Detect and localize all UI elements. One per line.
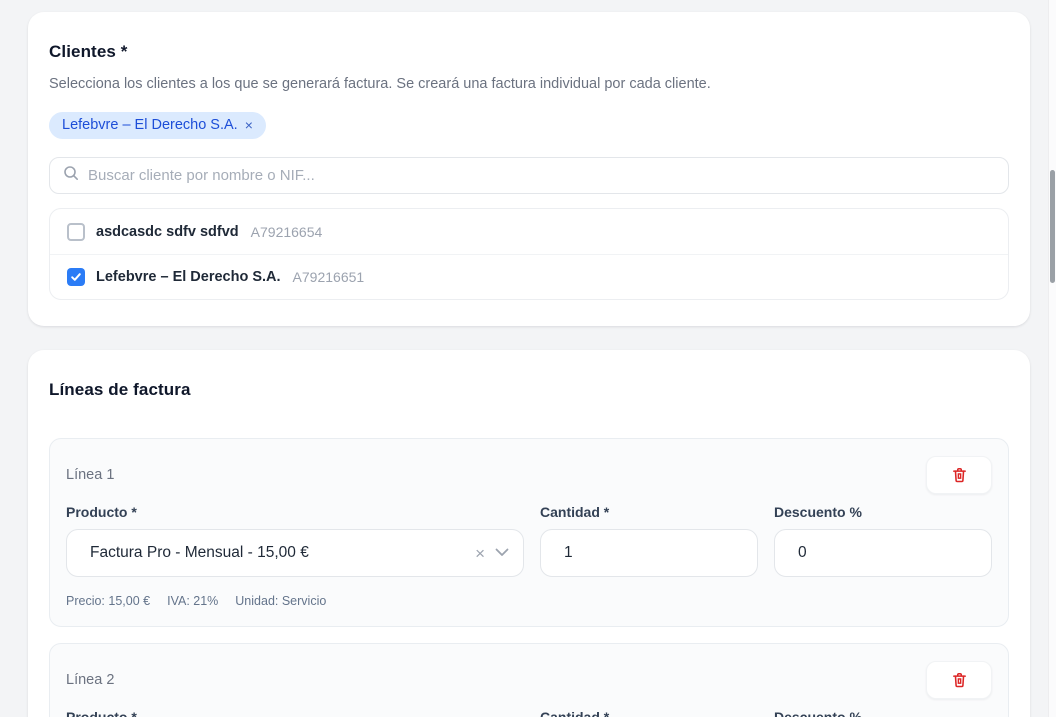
discount-label: Descuento %	[774, 504, 992, 520]
line-1-fields: Producto * Factura Pro - Mensual - 15,00…	[66, 504, 992, 577]
delete-line-2-button[interactable]	[926, 661, 992, 699]
checkbox-checked[interactable]	[67, 268, 85, 286]
client-row-1[interactable]: asdcasdc sdfv sdfvd A79216654	[50, 209, 1008, 254]
product-field-group: Producto * Factura Pro - Mensual - 15,00…	[66, 504, 524, 577]
trash-icon	[951, 466, 968, 484]
meta-price: Precio: 15,00 €	[66, 594, 150, 608]
delete-line-1-button[interactable]	[926, 456, 992, 494]
discount-input-wrap	[774, 529, 992, 577]
client-name: Lefebvre – El Derecho S.A.	[96, 269, 281, 285]
line-2-fields: Producto * Cantidad * Descuento %	[66, 709, 992, 717]
discount-input[interactable]	[798, 544, 977, 562]
invoice-line-2: Línea 2 Producto * Cantidad *	[49, 643, 1009, 717]
invoice-lines-card: Líneas de factura Línea 1 Producto *	[28, 350, 1030, 717]
clients-title: Clientes *	[49, 42, 1009, 62]
invoice-lines-title: Líneas de factura	[49, 380, 1009, 400]
product-select-value: Factura Pro - Mensual - 15,00 €	[90, 544, 309, 562]
line-2-label: Línea 2	[66, 672, 114, 688]
discount-field-group: Descuento %	[774, 504, 992, 577]
invoice-line-1: Línea 1 Producto * Factura Pro - Mensual…	[49, 438, 1009, 627]
clients-card: Clientes * Selecciona los clientes a los…	[28, 12, 1030, 326]
trash-icon	[951, 671, 968, 689]
discount-field-group: Descuento %	[774, 709, 992, 717]
discount-label: Descuento %	[774, 709, 992, 717]
line-1-header: Línea 1	[66, 456, 992, 494]
selected-client-chip-label: Lefebvre – El Derecho S.A.	[62, 117, 238, 133]
selected-client-chip[interactable]: Lefebvre – El Derecho S.A. ×	[49, 112, 266, 139]
clients-description: Selecciona los clientes a los que se gen…	[49, 76, 1009, 92]
client-search-input[interactable]	[88, 167, 996, 184]
chip-remove-icon[interactable]: ×	[245, 118, 253, 132]
quantity-label: Cantidad *	[540, 504, 758, 520]
product-label: Producto *	[66, 504, 524, 520]
client-search-box[interactable]	[49, 157, 1009, 194]
product-label: Producto *	[66, 709, 524, 717]
invoice-generation-page: Clientes * Selecciona los clientes a los…	[0, 0, 1056, 717]
product-select-icons: ×	[475, 544, 509, 562]
client-name: asdcasdc sdfv sdfvd	[96, 224, 239, 240]
chevron-down-icon[interactable]	[495, 544, 509, 562]
line-2-header: Línea 2	[66, 661, 992, 699]
quantity-field-group: Cantidad *	[540, 709, 758, 717]
quantity-label: Cantidad *	[540, 709, 758, 717]
scrollbar-track[interactable]	[1048, 0, 1056, 717]
quantity-field-group: Cantidad *	[540, 504, 758, 577]
search-icon	[63, 165, 79, 186]
meta-unit: Unidad: Servicio	[235, 594, 326, 608]
scrollbar-thumb[interactable]	[1050, 170, 1055, 283]
quantity-input[interactable]	[564, 544, 743, 562]
client-list: asdcasdc sdfv sdfvd A79216654 Lefebvre –…	[49, 208, 1009, 300]
checkbox-unchecked[interactable]	[67, 223, 85, 241]
product-select[interactable]: Factura Pro - Mensual - 15,00 € ×	[66, 529, 524, 577]
check-icon	[70, 271, 82, 283]
clear-selection-icon[interactable]: ×	[475, 545, 485, 562]
quantity-input-wrap	[540, 529, 758, 577]
client-nif: A79216651	[293, 269, 365, 285]
product-field-group: Producto *	[66, 709, 524, 717]
client-nif: A79216654	[251, 224, 323, 240]
line-1-meta: Precio: 15,00 € IVA: 21% Unidad: Servici…	[66, 594, 992, 608]
client-row-2[interactable]: Lefebvre – El Derecho S.A. A79216651	[50, 254, 1008, 299]
meta-iva: IVA: 21%	[167, 594, 218, 608]
line-1-label: Línea 1	[66, 467, 114, 483]
selected-clients-row: Lefebvre – El Derecho S.A. ×	[49, 112, 1009, 139]
